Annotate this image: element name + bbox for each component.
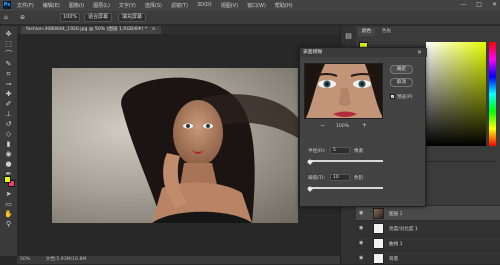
menu-item[interactable]: 选择(S) [145,2,162,9]
preview-checkbox-label: 预览(P) [397,95,413,100]
visibility-eye-icon[interactable]: ◉ [359,240,363,246]
menu-bar: Ps 文件(F) 编辑(E) 图像(I) 图层(L) 文字(Y) 选择(S) 滤镜(T) 3D… [0,0,500,11]
tab-close-icon[interactable]: × [152,27,156,32]
options-bar: ⌂ ⊕ 100% 适合屏幕 填充屏幕 [0,11,500,25]
menu-item[interactable]: 编辑(E) [43,2,60,9]
layer-thumbnail [373,223,384,234]
menu-item[interactable]: 帮助(H) [275,2,293,9]
crop-tool-icon[interactable]: ⌗ [4,70,13,78]
status-bar: 50% 文档:5.93M/16.8M [17,256,340,264]
threshold-slider-track[interactable] [308,187,383,189]
quick-select-tool-icon[interactable]: ✎ [4,60,13,68]
preview-image [305,64,382,118]
layer-name: 图层 1 [389,212,403,217]
layer-thumbnail [373,253,384,264]
menu-item[interactable]: 图层(L) [93,2,110,9]
eyedropper-tool-icon[interactable]: ⊸ [4,80,13,88]
preview-zoom-level: 100% [336,124,350,129]
foreground-color-swatch[interactable] [4,176,11,183]
layer-row[interactable]: ◉ 图层 1 [356,205,500,220]
document-tab[interactable]: fashion-3080644_1920.jpg @ 50% (图层 1,RGB… [21,26,161,34]
tab-swatches[interactable]: 色板 [378,28,395,36]
maximize-button[interactable]: □ [476,1,482,8]
layer-name: 亮度/对比度 1 [389,227,418,232]
layer-thumbnail [373,238,384,249]
dialog-close-icon[interactable]: ✕ [417,48,422,57]
document-size: 文档:5.93M/16.8M [45,257,87,262]
photoshop-logo: Ps [3,1,11,9]
healing-brush-icon[interactable]: ✚ [4,90,13,98]
lasso-tool-icon[interactable]: ⌒ [4,50,13,58]
zoom-in-icon[interactable]: + [362,122,367,129]
window-controls: — □ ✕ [460,1,497,8]
document-tab-title: fashion-3080644_1920.jpg @ 50% (图层 1,RGB… [26,27,148,32]
history-brush-icon[interactable]: ↺ [4,120,13,128]
radius-unit: 像素 [354,149,364,154]
dialog-title: 表面模糊 [300,48,427,57]
layer-name: 曲线 1 [389,242,403,247]
history-panel-icon[interactable]: ▤ [344,32,353,40]
preview-window[interactable] [304,63,383,119]
hand-tool-icon[interactable]: ✋ [4,210,13,218]
radius-input[interactable]: 5 [330,147,350,154]
radius-label: 半径(R): [308,149,326,154]
shape-tool-icon[interactable]: ▭ [4,200,13,208]
layers-panel: ◉ 图层 1 ◉ 亮度/对比度 1 ◉ 曲线 1 ◉ 背景 [356,205,500,264]
radius-slider-thumb[interactable] [306,159,313,165]
zoom-tool-icon[interactable]: ⚲ [4,220,13,228]
menu-item[interactable]: 图像(I) [69,2,84,9]
fill-screen-button[interactable]: 填充屏幕 [118,13,146,22]
hue-slider[interactable] [489,42,496,146]
tools-panel: ✥ ⬚ ⌒ ✎ ⌗ ⊸ ✚ ✐ ⊥ ↺ ◇ ▮ ◉ ● ✒ T ➤ ▭ ✋ ⚲ [0,26,17,256]
marquee-tool-icon[interactable]: ⬚ [4,40,13,48]
move-tool-icon[interactable]: ✥ [4,30,13,38]
layer-row[interactable]: ◉ 亮度/对比度 1 [356,220,500,235]
zoom-tool-icon[interactable]: ⊕ [20,14,25,21]
menu-item[interactable]: 文件(F) [17,2,34,9]
layer-row[interactable]: ◉ 曲线 1 [356,235,500,250]
visibility-eye-icon[interactable]: ◉ [359,255,363,261]
threshold-input[interactable]: 10 [330,174,350,181]
visibility-eye-icon[interactable]: ◉ [359,210,363,216]
menu-item[interactable]: 窗口(W) [247,2,266,9]
menu-item[interactable]: 视图(V) [221,2,238,9]
woman-portrait-image [121,77,298,223]
menu-item[interactable]: 文字(Y) [119,2,136,9]
layer-thumbnail [373,208,384,219]
close-window-button[interactable]: ✕ [492,1,497,8]
canvas-image[interactable] [52,68,298,223]
menu-item[interactable]: 3D(D) [197,2,212,9]
zoom-out-icon[interactable]: − [320,122,325,129]
dodge-tool-icon[interactable]: ● [4,160,13,168]
clone-stamp-icon[interactable]: ⊥ [4,110,13,118]
layer-name: 背景 [389,257,399,262]
path-select-icon[interactable]: ➤ [4,190,13,198]
gradient-tool-icon[interactable]: ▮ [4,140,13,148]
color-field[interactable] [426,42,486,146]
brush-tool-icon[interactable]: ✐ [4,100,13,108]
home-icon[interactable]: ⌂ [4,14,8,21]
menu-item[interactable]: 滤镜(T) [171,2,188,9]
blur-tool-icon[interactable]: ◉ [4,150,13,158]
layer-row[interactable]: ◉ 背景 [356,250,500,265]
zoom-status: 50% [20,257,31,262]
eraser-tool-icon[interactable]: ◇ [4,130,13,138]
zoom-level-field[interactable]: 100% [60,13,80,22]
preview-checkbox[interactable]: ✓ [390,94,395,99]
menu-items: 文件(F) 编辑(E) 图像(I) 图层(L) 文字(Y) 选择(S) 滤镜(T) 3D(D)… [17,2,293,9]
minimize-button[interactable]: — [460,1,466,8]
cancel-button[interactable]: 取消 [390,78,413,87]
visibility-eye-icon[interactable]: ◉ [359,225,363,231]
surface-blur-dialog: 表面模糊 ✕ 确定 取消 ✓ 预览(P) − 100% + 半径(R): 5 像… [299,47,427,207]
threshold-unit: 色阶 [354,176,364,181]
threshold-label: 阈值(T): [308,176,326,181]
tab-color[interactable]: 颜色 [358,28,376,36]
ok-button[interactable]: 确定 [390,65,413,74]
radius-slider-track[interactable] [308,160,383,162]
document-tab-bar: fashion-3080644_1920.jpg @ 50% (图层 1,RGB… [17,26,340,34]
fit-screen-button[interactable]: 适合屏幕 [84,13,112,22]
